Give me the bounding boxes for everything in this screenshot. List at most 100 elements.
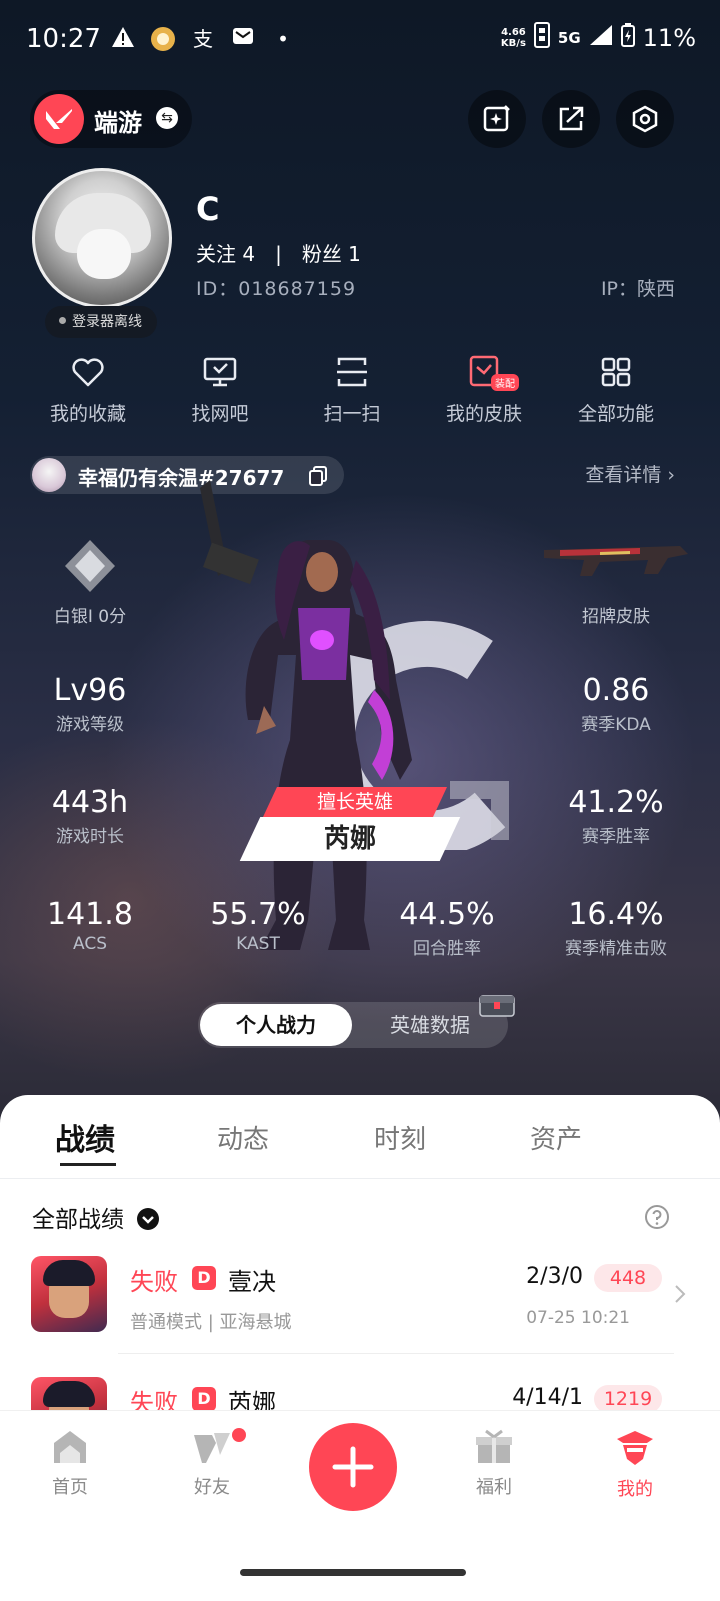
tab-moments[interactable]: 时刻 <box>374 1119 426 1156</box>
signal-icon <box>589 24 613 52</box>
share-icon <box>559 106 584 131</box>
match-date: 07-25 10:21 <box>526 1308 630 1328</box>
agent-portrait <box>31 1256 107 1332</box>
valorant-logo-icon <box>34 94 84 144</box>
share-button[interactable] <box>542 90 600 148</box>
net-speed: 4.66 KB/s <box>500 27 526 49</box>
status-time: 10:27 <box>26 24 101 54</box>
plus-icon <box>332 1446 374 1488</box>
tab-records[interactable]: 战绩 <box>55 1115 115 1159</box>
rank-label: 白银I 0分 <box>53 607 127 627</box>
edit-sparkle-icon <box>483 105 510 132</box>
quick-action-skins[interactable]: 装配 我的皮肤 <box>419 355 549 426</box>
match-agent: 壹决 <box>228 1268 276 1296</box>
edit-card-button[interactable] <box>468 90 526 148</box>
match-result: 失败 <box>130 1268 178 1296</box>
records-tabs: 战绩 动态 时刻 资产 <box>0 1095 720 1179</box>
game-mode-switch[interactable]: 端游 ⇆ <box>30 90 192 148</box>
switch-icon: ⇆ <box>156 107 178 129</box>
quick-action-favorites[interactable]: 我的收藏 <box>23 355 153 426</box>
avatar[interactable] <box>32 168 172 308</box>
view-details-link[interactable]: 查看详情 › <box>585 460 675 487</box>
agent-portrait <box>31 1377 107 1410</box>
battery-level: 11% <box>642 24 696 52</box>
scan-icon <box>337 357 367 387</box>
skin-label: 招牌皮肤 <box>582 607 650 627</box>
follow-count[interactable]: 关注 4 | 粉丝 1 <box>196 238 361 267</box>
tab-assets[interactable]: 资产 <box>530 1119 582 1156</box>
match-row[interactable]: 失败 D 壹决 普通模式 | 亚海悬城 2/3/0 448 07-25 10:2… <box>0 1256 720 1376</box>
row-divider <box>118 1353 674 1354</box>
stat-playtime: 443h 游戏时长 <box>51 785 129 847</box>
stat-kda: 0.86 赛季KDA <box>581 673 651 735</box>
gift-icon <box>476 1429 512 1463</box>
stat-kast: 55.7% KAST <box>210 897 306 954</box>
mail-icon <box>230 26 256 52</box>
ip-location: IP：陕西 <box>600 278 675 300</box>
monitor-icon <box>203 357 237 387</box>
stat-winrate: 41.2% 赛季胜率 <box>568 785 664 847</box>
friends-unread-dot <box>232 1428 246 1442</box>
match-result: 失败 <box>130 1389 178 1410</box>
rifle-skin-image <box>544 546 688 576</box>
stat-acs: 141.8 ACS <box>47 897 133 954</box>
grid-icon <box>601 357 631 387</box>
settings-button[interactable] <box>616 90 674 148</box>
match-kda: 4/14/1 <box>512 1385 583 1410</box>
tab-activity[interactable]: 动态 <box>217 1119 269 1156</box>
home-indicator <box>240 1569 466 1576</box>
battery-icon <box>620 23 635 53</box>
nickname: C <box>196 190 220 228</box>
filter-label: 全部战绩 <box>32 1207 124 1233</box>
stat-precision-kills: 16.4% 赛季精准击败 <box>565 897 667 959</box>
tab-indicator <box>60 1163 116 1166</box>
heart-icon <box>72 358 104 387</box>
profile-icon <box>617 1431 653 1465</box>
favorite-hero-banner[interactable]: 擅长英雄 芮娜 <box>239 787 461 861</box>
stats-view-toggle[interactable]: 个人战力 英雄数据 <box>198 995 515 1048</box>
mode-label: 端游 <box>94 109 142 137</box>
match-row[interactable]: 失败 D 芮娜 4/14/1 1219 <box>0 1377 720 1410</box>
stat-level: Lv96 游戏等级 <box>53 673 127 735</box>
alipay-icon: 支 <box>193 27 213 51</box>
match-mode: 普通模式 | 亚海悬城 <box>130 1312 292 1333</box>
friends-icon <box>194 1433 230 1463</box>
gear-icon <box>632 105 658 133</box>
chevron-down-icon <box>137 1207 160 1230</box>
match-tag: D <box>192 1387 216 1410</box>
toggle-personal-power[interactable]: 个人战力 <box>200 1004 352 1046</box>
match-agent: 芮娜 <box>228 1389 276 1410</box>
chevron-right-icon <box>675 1285 686 1303</box>
quick-action-scan[interactable]: 扫一扫 <box>287 355 417 426</box>
records-filter[interactable]: 全部战绩 <box>32 1200 160 1234</box>
nav-home[interactable]: 首页 <box>20 1429 120 1499</box>
network-type: 5G <box>557 28 581 47</box>
launcher-status-badge: 登录器离线 <box>45 306 157 338</box>
nav-me[interactable]: 我的 <box>585 1429 685 1501</box>
create-post-button[interactable] <box>309 1423 397 1511</box>
app-notification-icon <box>150 26 176 52</box>
stat-round-winrate: 44.5% 回合胜率 <box>399 897 495 959</box>
quick-action-netcafe[interactable]: 找网吧 <box>155 355 285 426</box>
status-bar: 10:27 支 • 4.66 KB/s 5G 11% <box>0 0 720 80</box>
match-score: 448 <box>594 1264 662 1292</box>
equip-badge: 装配 <box>491 374 519 391</box>
quick-action-all[interactable]: 全部功能 <box>551 355 681 426</box>
sim-icon <box>533 22 550 54</box>
help-icon[interactable] <box>644 1204 670 1230</box>
home-icon <box>54 1431 86 1463</box>
match-score: 1219 <box>594 1385 662 1410</box>
favorite-hero-name: 芮娜 <box>323 824 376 854</box>
user-id: ID：018687159 <box>196 278 357 300</box>
account-avatar <box>32 458 66 492</box>
match-kda: 2/3/0 <box>526 1264 583 1289</box>
warning-icon <box>110 26 136 52</box>
chest-icon <box>479 995 515 1017</box>
nav-friends[interactable]: 好友 <box>162 1429 262 1499</box>
favorite-hero-tag: 擅长英雄 <box>316 791 393 813</box>
match-tag: D <box>192 1266 216 1290</box>
silver-rank-icon <box>65 540 115 592</box>
nav-rewards[interactable]: 福利 <box>444 1429 544 1499</box>
tabs-divider <box>0 1178 720 1179</box>
dot-icon: • <box>277 27 289 51</box>
